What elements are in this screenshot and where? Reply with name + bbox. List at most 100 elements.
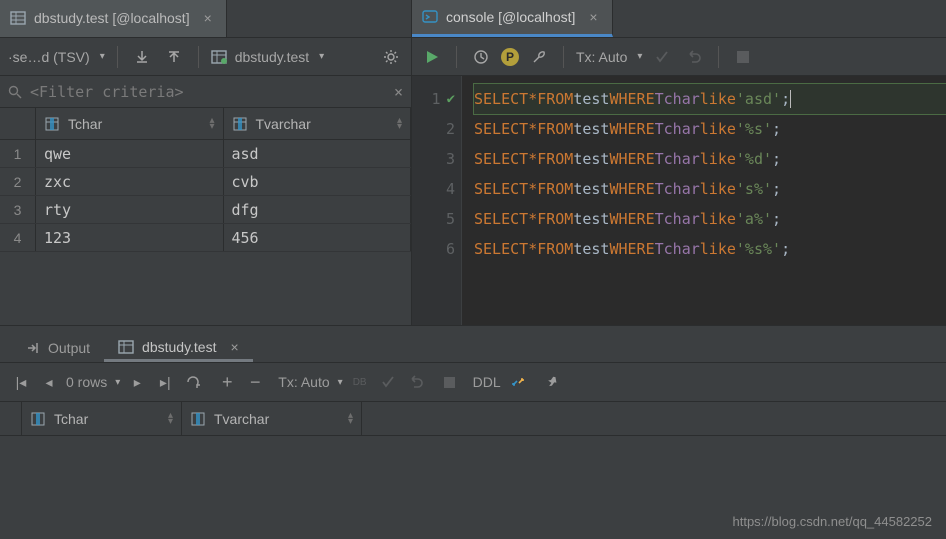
wrench-icon[interactable] [527, 45, 551, 69]
first-page-icon[interactable]: |◂ [10, 371, 32, 393]
remove-row-icon[interactable]: − [244, 371, 266, 393]
table-icon [211, 49, 227, 65]
explain-plan-icon[interactable]: P [501, 48, 519, 66]
code-line[interactable]: SELECT * FROM test WHERE Tchar like '%s%… [474, 234, 946, 264]
tab-label: dbstudy.test [@localhost] [34, 10, 190, 26]
cell[interactable]: 456 [224, 224, 412, 251]
gutter-line: 6 [412, 234, 455, 264]
cell[interactable]: dfg [224, 196, 412, 223]
console-icon [422, 9, 438, 25]
pin-icon[interactable] [541, 371, 563, 393]
add-row-icon[interactable]: + [216, 371, 238, 393]
table-icon [118, 339, 134, 355]
column-icon [232, 116, 248, 132]
rollback-icon[interactable] [405, 371, 427, 393]
cell[interactable]: 123 [36, 224, 224, 251]
stop-icon[interactable] [731, 45, 755, 69]
row-number: 4 [0, 224, 36, 251]
table-row[interactable]: 4123456 [0, 224, 411, 252]
chevron-down-icon[interactable]: ▾ [338, 377, 343, 388]
sort-icon[interactable]: ▴▾ [209, 118, 214, 130]
rows-label: 0 rows [66, 374, 107, 390]
grid-body: 1qweasd2zxccvb3rtydfg4123456 [0, 140, 411, 252]
column-icon [30, 411, 46, 427]
close-icon[interactable]: × [230, 339, 238, 355]
compare-icon[interactable] [507, 371, 529, 393]
tx-mode-label[interactable]: Tx: Auto [576, 49, 627, 65]
reload-icon[interactable] [182, 371, 204, 393]
right-toolbar: P Tx: Auto ▾ [412, 38, 946, 76]
result-format-label[interactable]: ·se…d (TSV) [8, 49, 90, 65]
rollback-icon[interactable] [682, 45, 706, 69]
cell[interactable]: asd [224, 140, 412, 167]
cell[interactable]: rty [36, 196, 224, 223]
bottom-table-header: Tchar ▴▾ Tvarchar ▴▾ [0, 402, 946, 436]
commit-icon[interactable] [377, 371, 399, 393]
chevron-down-icon[interactable]: ▾ [637, 51, 642, 62]
gutter-line: 1✔ [412, 84, 455, 114]
clear-filter-icon[interactable]: × [394, 83, 403, 101]
column-icon [190, 411, 206, 427]
import-up-icon[interactable] [162, 45, 186, 69]
sql-editor[interactable]: 1✔23456 SELECT * FROM test WHERE Tchar l… [412, 76, 946, 325]
column-icon [44, 116, 60, 132]
last-page-icon[interactable]: ▸| [154, 371, 176, 393]
close-icon[interactable]: × [589, 9, 597, 25]
tab-console[interactable]: console [@localhost] × [412, 0, 613, 37]
table-row[interactable]: 2zxccvb [0, 168, 411, 196]
tab-data-grid[interactable]: dbstudy.test [@localhost] × [0, 0, 227, 37]
gear-icon[interactable] [379, 45, 403, 69]
ddl-button[interactable]: DDL [473, 374, 501, 390]
editor-code[interactable]: SELECT * FROM test WHERE Tchar like 'asd… [462, 76, 946, 325]
sort-icon[interactable]: ▴▾ [397, 118, 402, 130]
editor-gutter: 1✔23456 [412, 76, 462, 325]
close-icon[interactable]: × [204, 10, 212, 26]
left-toolbar: ·se…d (TSV) ▾ dbstudy.test ▾ [0, 38, 411, 76]
check-icon: ✔ [447, 91, 455, 107]
table-icon [10, 10, 26, 26]
table-row[interactable]: 1qweasd [0, 140, 411, 168]
left-tabbar: dbstudy.test [@localhost] × [0, 0, 411, 38]
row-number: 1 [0, 140, 36, 167]
code-line[interactable]: SELECT * FROM test WHERE Tchar like 'a%'… [474, 204, 946, 234]
filter-placeholder: <Filter criteria> [30, 83, 184, 101]
sort-icon[interactable]: ▴▾ [348, 413, 353, 425]
chevron-down-icon[interactable]: ▾ [100, 51, 105, 62]
chevron-down-icon[interactable]: ▾ [115, 377, 120, 388]
code-line[interactable]: SELECT * FROM test WHERE Tchar like 'asd… [474, 84, 946, 114]
right-tabbar: console [@localhost] × [412, 0, 946, 38]
column-header-tvarchar[interactable]: Tvarchar ▴▾ [224, 108, 412, 139]
table-row[interactable]: 3rtydfg [0, 196, 411, 224]
column-header-tchar[interactable]: Tchar ▴▾ [22, 402, 182, 435]
target-table-label[interactable]: dbstudy.test [235, 49, 309, 65]
prev-page-icon[interactable]: ◂ [38, 371, 60, 393]
gutter-line: 5 [412, 204, 455, 234]
export-down-icon[interactable] [130, 45, 154, 69]
tx-mode-label[interactable]: Tx: Auto [278, 374, 329, 390]
db-icon[interactable]: DB [349, 371, 371, 393]
stop-icon[interactable] [439, 371, 461, 393]
column-header-tvarchar[interactable]: Tvarchar ▴▾ [182, 402, 362, 435]
run-icon[interactable] [420, 45, 444, 69]
next-page-icon[interactable]: ▸ [126, 371, 148, 393]
cell[interactable]: qwe [36, 140, 224, 167]
history-icon[interactable] [469, 45, 493, 69]
cell[interactable]: zxc [36, 168, 224, 195]
sort-icon[interactable]: ▴▾ [168, 413, 173, 425]
chevron-down-icon[interactable]: ▾ [319, 51, 324, 62]
cell[interactable]: cvb [224, 168, 412, 195]
row-number: 2 [0, 168, 36, 195]
watermark: https://blog.csdn.net/qq_44582252 [733, 514, 933, 529]
tab-output[interactable]: Output [12, 334, 104, 362]
code-line[interactable]: SELECT * FROM test WHERE Tchar like '%s'… [474, 114, 946, 144]
tab-result-grid[interactable]: dbstudy.test × [104, 334, 253, 362]
filter-row[interactable]: <Filter criteria> × [0, 76, 411, 108]
code-line[interactable]: SELECT * FROM test WHERE Tchar like 's%'… [474, 174, 946, 204]
column-header-tchar[interactable]: Tchar ▴▾ [36, 108, 224, 139]
bottom-tabbar: Output dbstudy.test × [0, 326, 946, 362]
row-number: 3 [0, 196, 36, 223]
gutter-line: 3 [412, 144, 455, 174]
code-line[interactable]: SELECT * FROM test WHERE Tchar like '%d'… [474, 144, 946, 174]
commit-icon[interactable] [650, 45, 674, 69]
table-header: Tchar ▴▾ Tvarchar ▴▾ [0, 108, 411, 140]
